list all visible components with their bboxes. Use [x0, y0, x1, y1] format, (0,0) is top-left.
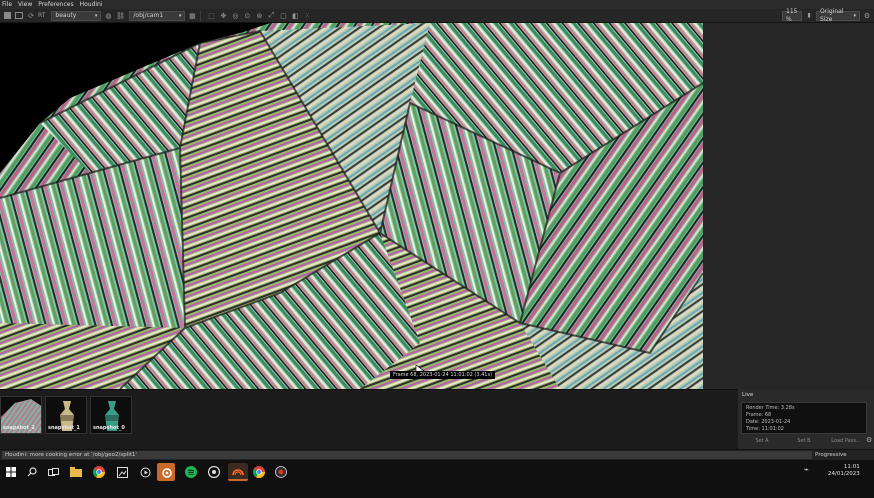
render-date: Date: 2023-01-24 — [746, 419, 791, 425]
network-icon[interactable]: ⌁ — [804, 466, 809, 474]
gear-icon[interactable]: ⚙ — [862, 11, 872, 21]
snapshot-label: snapshot_2 — [3, 425, 35, 431]
set-b-button[interactable]: Set B — [783, 436, 825, 446]
viewport-side-panel — [703, 23, 874, 390]
system-tray: ⌁ 11:01 24/01/2023 — [804, 464, 860, 478]
snapshot-thumbnail[interactable]: snapshot_0 — [90, 396, 132, 434]
live-panel: Live Render Time: 3.28s Frame: 68 Date: … — [738, 389, 874, 449]
set-a-button[interactable]: Set A — [741, 436, 783, 446]
snapshot-strip: snapshot_2 snapshot_1 snapshot_0 — [0, 389, 738, 449]
compare-icon[interactable]: ◧ — [290, 11, 300, 21]
snapshot-label: snapshot_1 — [48, 425, 80, 431]
media-player-icon[interactable] — [137, 464, 153, 480]
chrome-icon[interactable] — [91, 464, 107, 480]
obs-record-icon[interactable] — [273, 464, 289, 480]
chevron-down-icon: ▾ — [853, 12, 856, 19]
lock-icon[interactable]: ▮ — [804, 11, 814, 21]
render-viewport[interactable] — [0, 23, 703, 389]
globe-icon[interactable]: ◍ — [103, 11, 113, 21]
select-region-icon[interactable]: ⬚ — [206, 11, 216, 21]
pick-icon[interactable]: ◎ — [230, 11, 240, 21]
frame-number: Frame: 68 — [746, 412, 772, 418]
status-bar: Houdini: more cooking error at '/obj/geo… — [0, 449, 874, 468]
link-icon[interactable]: ⛓ — [115, 11, 125, 21]
clock-date[interactable]: 24/01/2023 — [828, 471, 860, 478]
snapshot-thumbnail[interactable]: snapshot_2 — [0, 396, 42, 434]
snapshot-label: snapshot_0 — [93, 425, 125, 431]
menu-houdini[interactable]: Houdini — [77, 0, 106, 9]
refresh-icon[interactable]: ⟳ — [26, 11, 36, 21]
size-mode-select[interactable]: Original Size ▾ — [816, 7, 860, 23]
progressive-rendering-status: Progressive Rendering... — [815, 452, 848, 468]
aov-select[interactable]: beauty ▾ — [51, 10, 102, 21]
zoom-field[interactable]: 115 % — [782, 7, 802, 23]
render-time-of-day: Time: 11:01:02 — [746, 426, 784, 432]
menu-preferences[interactable]: Preferences — [35, 0, 76, 9]
live-buttons: Set A Set B Load Pass... — [741, 436, 867, 446]
load-pass-button[interactable]: Load Pass... — [825, 436, 867, 446]
live-title: Live — [742, 392, 754, 398]
divider — [200, 10, 202, 21]
task-view-icon[interactable] — [45, 464, 61, 480]
grid-icon[interactable]: ▦ — [187, 11, 197, 21]
spotify-icon[interactable] — [183, 464, 199, 480]
frame-caption: Frame 68, 2023-01-24 11:01:02 (3.41s) — [390, 371, 496, 379]
windows-start-icon[interactable] — [3, 464, 19, 480]
capture-tool-icon[interactable] — [114, 464, 130, 480]
aov-value: beauty — [55, 11, 77, 19]
menu-view[interactable]: View — [15, 0, 35, 9]
size-mode-value: Original Size — [820, 7, 844, 23]
file-explorer-icon[interactable] — [68, 464, 84, 480]
render-toggle[interactable]: RT — [38, 12, 45, 19]
focus-icon[interactable]: ⊙ — [242, 11, 252, 21]
zoom-value: 115 % — [786, 7, 798, 23]
image-icon[interactable] — [14, 11, 24, 21]
whatsapp-icon[interactable] — [206, 464, 222, 480]
menu-file[interactable]: File — [0, 0, 15, 9]
snapshot-thumbnail[interactable]: snapshot_1 — [45, 396, 87, 434]
taskbar: ⌁ 11:01 24/01/2023 — [0, 460, 874, 498]
menu-bar: File View Preferences Houdini — [0, 0, 874, 9]
clock-time[interactable]: 11:01 — [828, 464, 860, 471]
move-icon[interactable]: ✥ — [218, 11, 228, 21]
crop-icon[interactable]: ▢ — [278, 11, 288, 21]
chevron-down-icon: ▾ — [94, 12, 98, 19]
status-message: Houdini: more cooking error at '/obj/geo… — [2, 451, 812, 459]
resize-icon[interactable]: ⤢ — [266, 11, 276, 21]
camera-select[interactable]: /obj/cam1 ▾ — [129, 10, 186, 21]
gear-icon[interactable]: ⚙ — [866, 436, 872, 444]
houdini-icon[interactable] — [228, 463, 248, 481]
render-time: Render Time: 3.28s — [746, 405, 795, 411]
dots-icon[interactable]: ⁙ — [302, 11, 312, 21]
camera-path: /obj/cam1 — [133, 11, 164, 19]
blender-icon[interactable] — [157, 463, 175, 481]
stop-icon[interactable] — [2, 11, 12, 21]
chevron-down-icon: ▾ — [178, 12, 182, 19]
render-image — [0, 23, 703, 389]
chrome-alt-icon[interactable] — [251, 464, 267, 480]
search-icon[interactable] — [24, 464, 40, 480]
grab-icon[interactable]: ⊛ — [254, 11, 264, 21]
toolbar: ⟳ RT beauty ▾ ◍ ⛓ /obj/cam1 ▾ ▦ ⬚ ✥ ◎ ⊙ … — [0, 7, 874, 23]
live-info-box: Render Time: 3.28s Frame: 68 Date: 2023-… — [741, 402, 867, 434]
